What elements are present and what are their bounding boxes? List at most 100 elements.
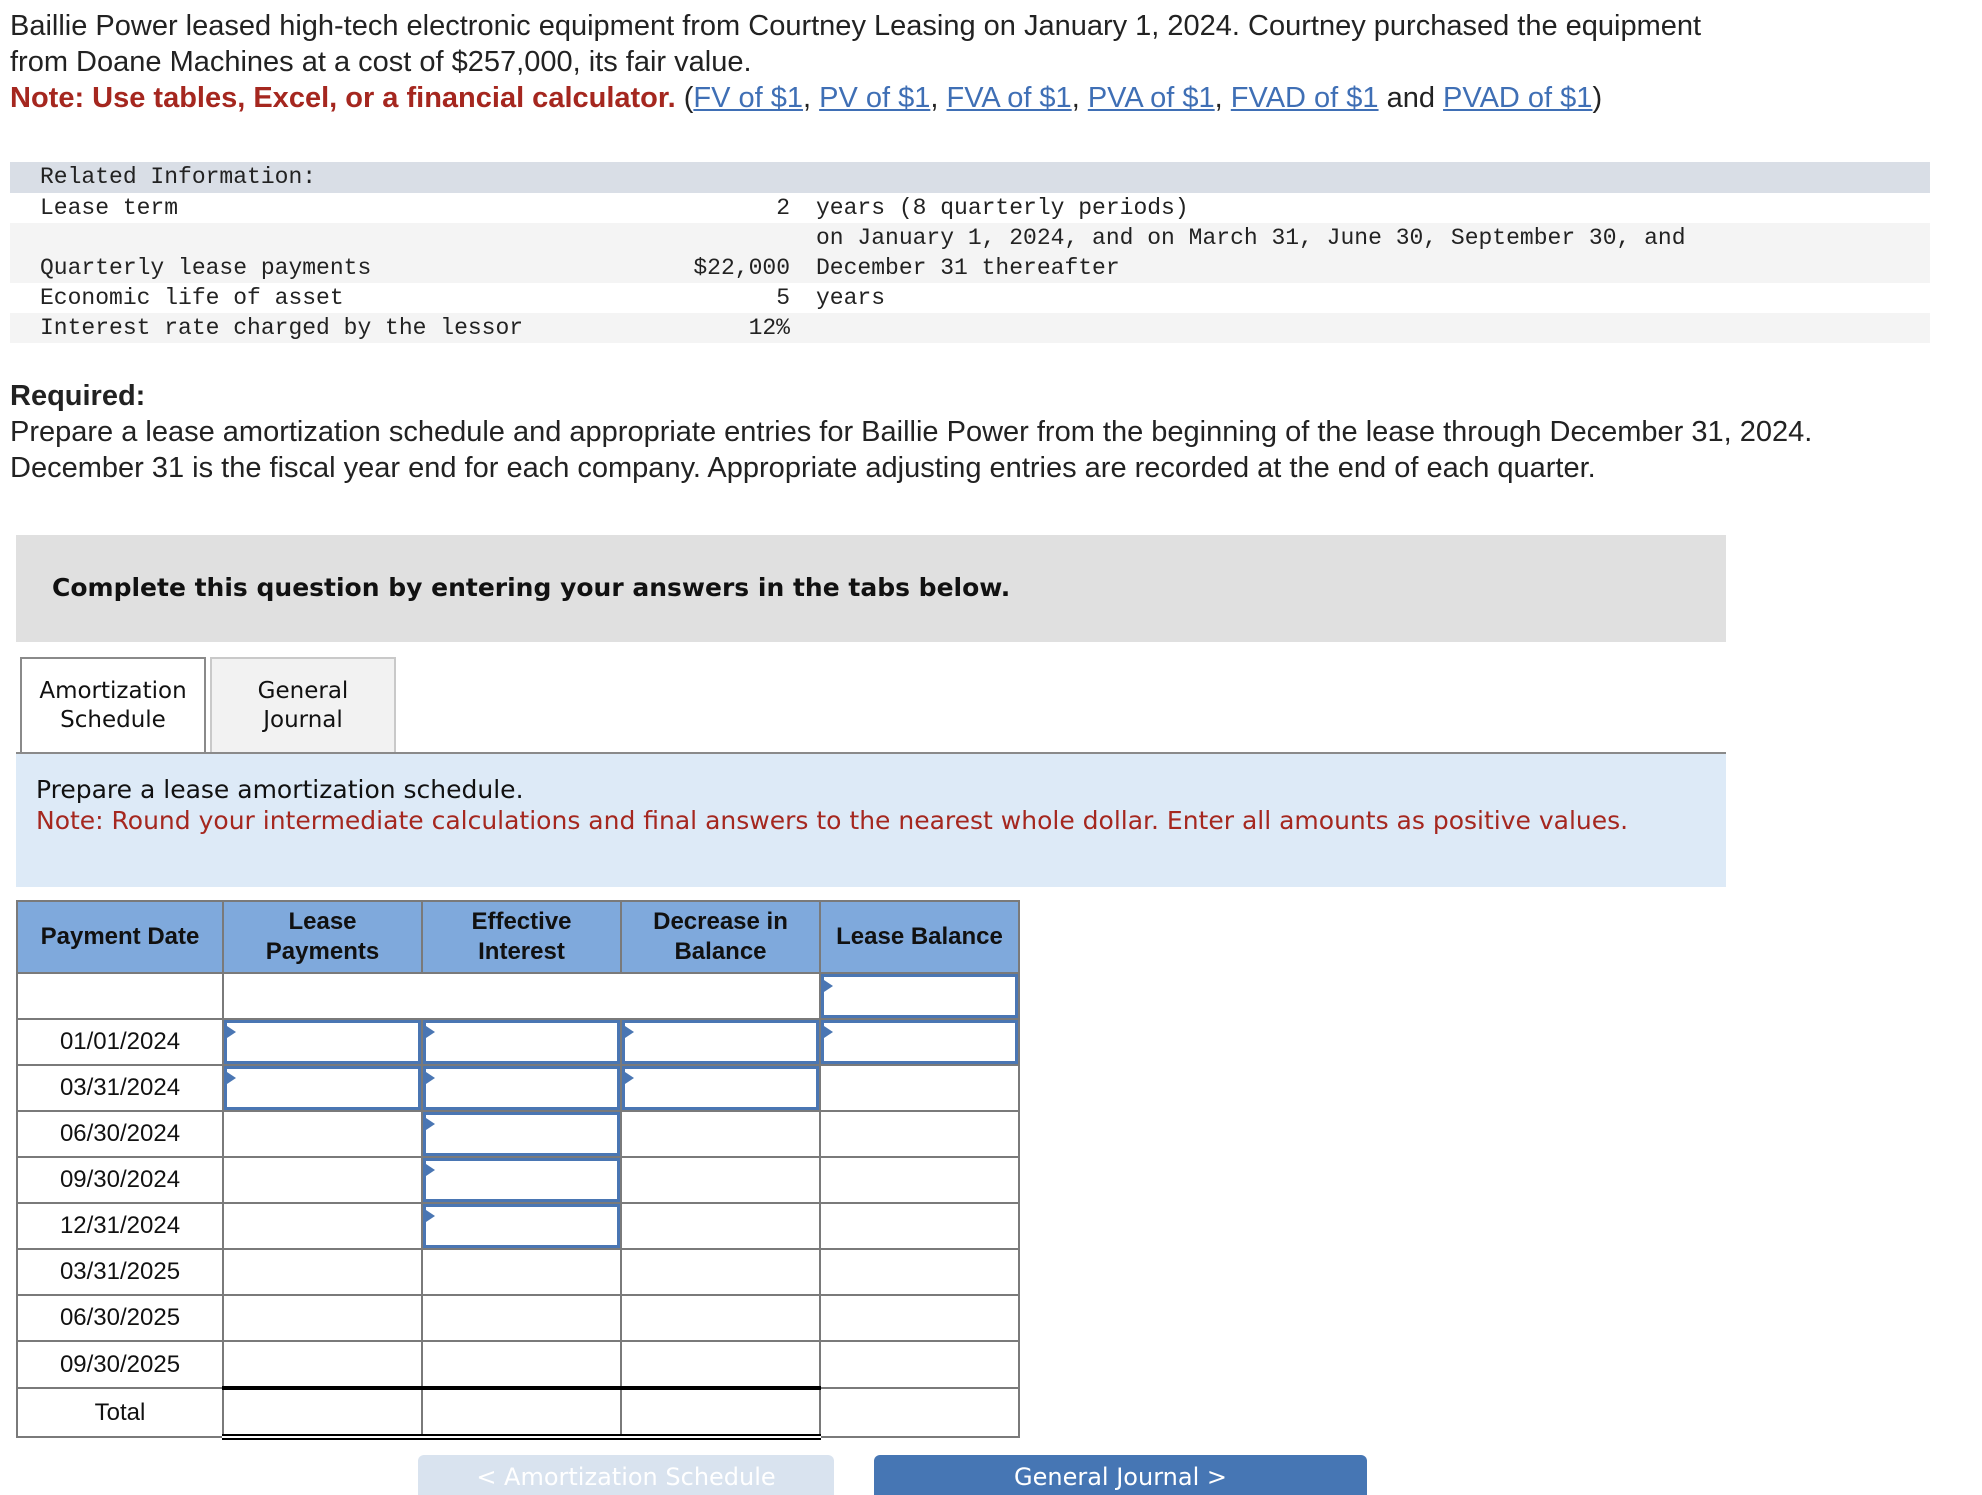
table-row: 03/31/2024 [16,1064,1020,1112]
decrease-cell [620,1248,821,1296]
balance-cell [819,972,1020,1020]
payment-cell [222,1064,423,1112]
payment-cell [222,1294,423,1342]
header-payment-date: Payment Date [16,900,224,974]
lease-payment-input[interactable] [224,1020,421,1064]
lease-balance-input[interactable] [821,974,1018,1018]
decrease-balance-field[interactable] [625,1069,816,1107]
related-desc: years (8 quarterly periods) [816,195,1189,221]
payment-cell [222,1340,423,1389]
effective-interest-field[interactable] [426,1023,617,1061]
tab-amortization-schedule[interactable]: Amortization Schedule [20,657,206,753]
balance-cell [819,1202,1020,1250]
effective-interest-field[interactable] [426,1115,617,1153]
effective-interest-input[interactable] [423,1204,620,1248]
lease-payment-field[interactable] [227,1069,418,1107]
balance-cell [819,1110,1020,1158]
interest-cell [421,1064,622,1112]
effective-interest-input[interactable] [423,1158,620,1202]
date-cell: 03/31/2025 [16,1248,224,1296]
interest-cell [421,1340,622,1389]
related-label: Lease term [40,195,179,221]
balance-cell [819,1018,1020,1066]
date-cell: 01/01/2024 [16,1018,224,1066]
instruction-prompt: Prepare a lease amortization schedule. [36,775,524,804]
date-cell: 09/30/2025 [16,1340,224,1389]
decrease-balance-field[interactable] [625,1023,816,1061]
lease-balance-input[interactable] [821,1020,1018,1064]
decrease-cell [620,1018,821,1066]
link-pva[interactable]: PVA of $1 [1088,82,1215,114]
date-cell: 03/31/2024 [16,1064,224,1112]
rounding-note: Note: Round your intermediate calculatio… [36,806,1629,835]
decrease-cell [620,1340,821,1389]
next-tab-button[interactable]: General Journal > [874,1455,1367,1495]
decrease-cell [620,1156,821,1204]
interest-cell [421,1018,622,1066]
link-fva[interactable]: FVA of $1 [946,82,1071,114]
related-label: Economic life of asset [40,285,344,311]
decrease-balance-input[interactable] [622,1066,819,1110]
decrease-cell [620,1202,821,1250]
related-label: Interest rate charged by the lessor [40,315,524,341]
link-pvad[interactable]: PVAD of $1 [1443,82,1592,114]
date-cell [16,972,224,1020]
payment-cell [222,1248,423,1296]
table-row: 06/30/2024 [16,1110,1020,1158]
sep: , [1071,82,1088,114]
interest-cell [421,1110,622,1158]
related-value: $22,000 [693,255,790,281]
payment-cell [222,1018,423,1066]
balance-cell [819,1294,1020,1342]
sep: , [930,82,947,114]
intro-line-1: Baillie Power leased high-tech electroni… [10,10,1702,42]
effective-interest-input[interactable] [423,1066,620,1110]
decrease-cell [620,1064,821,1112]
effective-interest-field[interactable] [426,1207,617,1245]
date-cell: 12/31/2024 [16,1202,224,1250]
lease-payment-input[interactable] [224,1066,421,1110]
lease-payment-field[interactable] [227,1023,418,1061]
date-cell: 09/30/2024 [16,1156,224,1204]
related-desc-line-1: on January 1, 2024, and on March 31, Jun… [816,225,1686,251]
decrease-cell [620,1294,821,1342]
related-information-table: Related Information: Lease term 2 years … [10,162,1930,343]
required-text: Prepare a lease amortization schedule an… [10,416,1813,484]
table-row-initial [16,972,1020,1020]
payment-cell [222,1110,423,1158]
required-section: Required: Prepare a lease amortization s… [10,378,1930,486]
related-desc: years [816,285,886,311]
header-lease-payments: Lease Payments [222,900,423,974]
related-value: 2 [776,195,790,221]
effective-interest-input[interactable] [423,1112,620,1156]
effective-interest-input[interactable] [423,1020,620,1064]
lease-balance-field[interactable] [824,1023,1015,1061]
empty-cell [222,972,821,1020]
total-balance-empty [819,1387,1020,1438]
related-row-interest-rate: Interest rate charged by the lessor 12% [10,313,1930,343]
interest-cell [421,1156,622,1204]
balance-cell [819,1248,1020,1296]
link-fvad[interactable]: FVAD of $1 [1231,82,1379,114]
total-effective-interest [421,1386,622,1440]
related-value: 12% [748,315,790,341]
sep: , [1214,82,1231,114]
effective-interest-field[interactable] [426,1069,617,1107]
total-decrease-in-balance [620,1386,821,1440]
table-row: 03/31/2025 [16,1248,1020,1296]
effective-interest-field[interactable] [426,1161,617,1199]
related-row-quarterly-payments: Quarterly lease payments $22,000 on Janu… [10,223,1930,283]
required-title: Required: [10,380,146,412]
tab-general-journal[interactable]: General Journal [210,657,396,752]
lease-balance-field[interactable] [824,977,1015,1015]
related-desc [790,313,816,343]
prev-tab-button[interactable]: < Amortization Schedule [418,1455,834,1495]
link-fv[interactable]: FV of $1 [693,82,803,114]
total-lease-payments [222,1386,423,1440]
intro-note-line: Note: Use tables, Excel, or a financial … [10,80,1910,116]
decrease-balance-input[interactable] [622,1020,819,1064]
total-row: Total [16,1386,1020,1440]
link-pv[interactable]: PV of $1 [819,82,930,114]
payment-cell [222,1202,423,1250]
interest-cell [421,1248,622,1296]
